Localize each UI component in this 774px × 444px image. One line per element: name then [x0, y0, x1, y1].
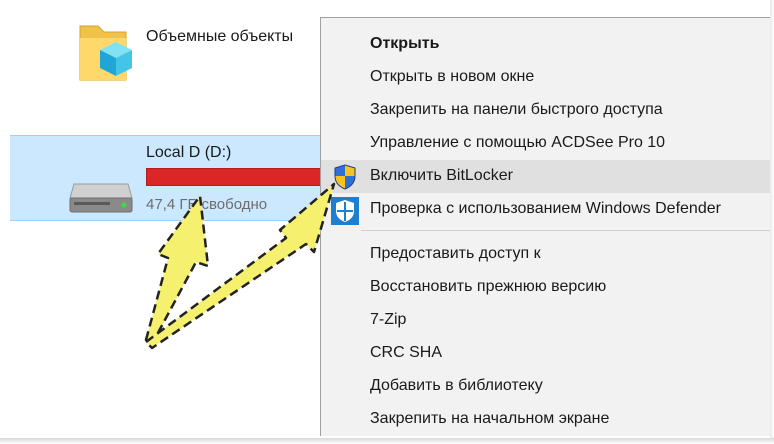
drive-name: Local D (D:): [146, 144, 232, 161]
context-menu: Открыть Открыть в новом окне Закрепить н…: [320, 17, 774, 436]
drive-item-local-d[interactable]: Local D (D:) 47,4 ГБ свободно: [10, 135, 340, 221]
menu-item-open[interactable]: Открыть: [321, 28, 774, 61]
menu-item-pin-start[interactable]: Закрепить на начальном экране: [321, 403, 774, 436]
drive-usage-bar: [146, 168, 340, 186]
menu-item-add-to-library[interactable]: Добавить в библиотеку: [321, 370, 774, 403]
screenshot-frame: Объемные объекты Local D (D:) 47,4 ГБ св…: [0, 0, 774, 444]
menu-item-label: Закрепить на панели быстрого доступа: [370, 101, 663, 118]
frame-shadow-right: [770, 0, 774, 444]
menu-separator: [361, 230, 774, 231]
menu-item-label: Управление с помощью ACDSee Pro 10: [370, 134, 666, 151]
folder-name: Объемные объекты: [146, 28, 294, 45]
defender-icon: [331, 197, 359, 230]
uac-shield-icon: [333, 164, 357, 195]
menu-item-defender-scan[interactable]: Проверка с использованием Windows Defend…: [321, 193, 774, 226]
menu-item-label: Открыть: [370, 35, 440, 52]
menu-item-label: CRC SHA: [370, 344, 443, 361]
menu-item-crc-sha[interactable]: CRC SHA: [321, 337, 774, 370]
menu-item-label: Добавить в библиотеку: [370, 377, 543, 394]
drive-free-space: 47,4 ГБ свободно: [146, 196, 268, 213]
menu-item-label: Закрепить на начальном экране: [370, 410, 610, 427]
folder-item-3d-objects[interactable]: Объемные объекты: [10, 0, 340, 100]
menu-item-enable-bitlocker[interactable]: Включить BitLocker: [321, 160, 774, 193]
menu-item-open-new-window[interactable]: Открыть в новом окне: [321, 61, 774, 94]
frame-shadow-bottom: [0, 438, 774, 444]
menu-item-label: Включить BitLocker: [370, 167, 513, 184]
3d-objects-folder-icon: [78, 16, 138, 89]
menu-item-label: Предоставить доступ к: [370, 245, 541, 262]
menu-item-acdsee[interactable]: Управление с помощью ACDSee Pro 10: [321, 127, 774, 160]
menu-item-restore-previous[interactable]: Восстановить прежнюю версию: [321, 271, 774, 304]
menu-item-pin-quick-access[interactable]: Закрепить на панели быстрого доступа: [321, 94, 774, 127]
menu-item-give-access[interactable]: Предоставить доступ к: [321, 238, 774, 271]
menu-item-label: Восстановить прежнюю версию: [370, 278, 607, 295]
hard-drive-icon: [68, 180, 134, 219]
menu-item-label: Проверка с использованием Windows Defend…: [370, 200, 721, 217]
menu-item-7zip[interactable]: 7-Zip: [321, 304, 774, 337]
explorer-pane: Объемные объекты Local D (D:) 47,4 ГБ св…: [10, 0, 340, 436]
menu-item-label: 7-Zip: [370, 311, 407, 328]
menu-item-label: Открыть в новом окне: [370, 68, 535, 85]
